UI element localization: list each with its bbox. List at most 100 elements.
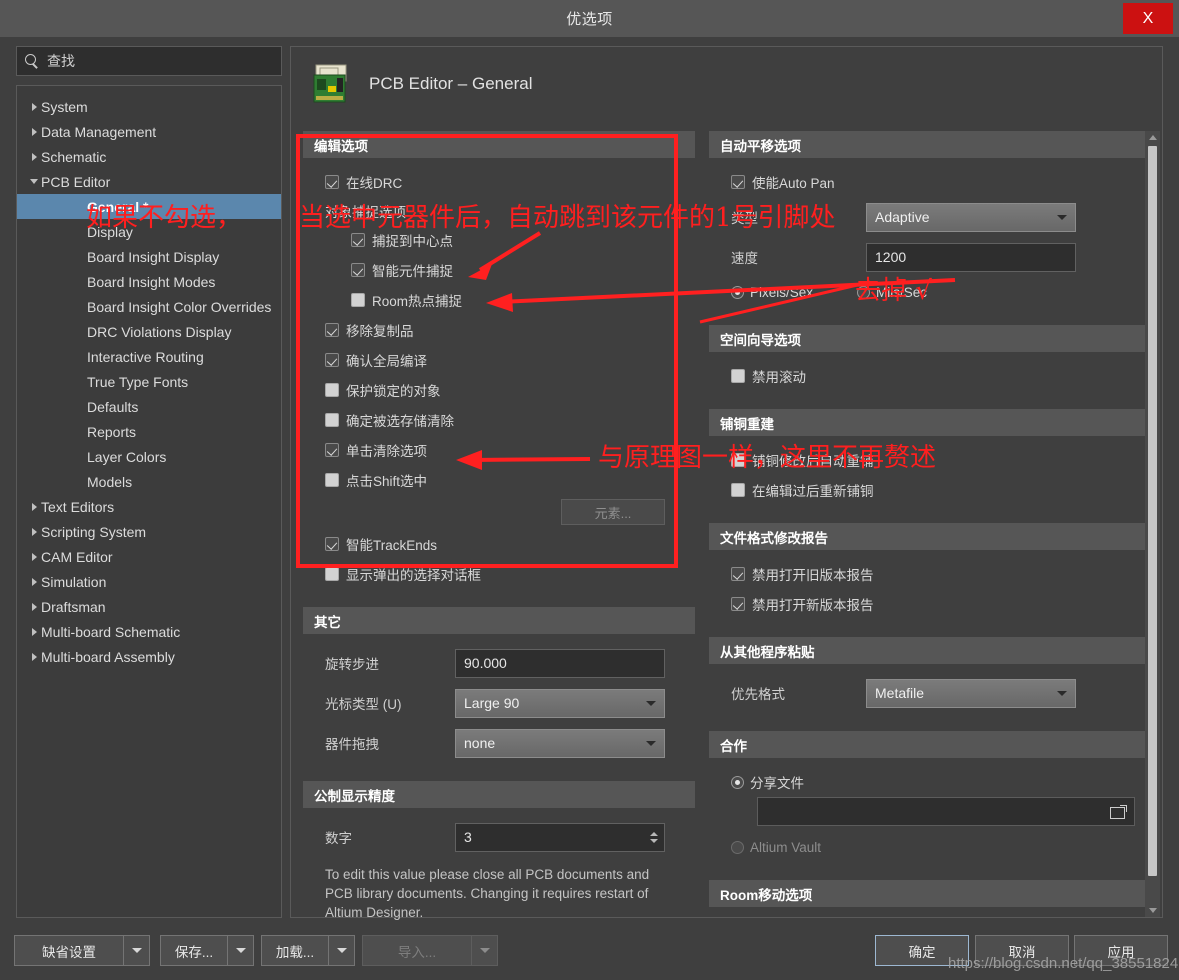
checkbox-icon[interactable] (325, 473, 339, 487)
sidebar-item-board-insight-display[interactable]: Board Insight Display (17, 244, 281, 269)
search-input[interactable]: 查找 (16, 46, 282, 76)
checkbox-confirm-selection-memory-clear[interactable]: 确定被选存储清除 (303, 405, 695, 435)
checkbox-icon[interactable] (325, 175, 339, 189)
checkbox-click-clears-selection[interactable]: 单击清除选项 (303, 435, 695, 465)
checkbox-enable-autopan[interactable]: 使能Auto Pan (709, 167, 1149, 197)
sidebar-item-schematic[interactable]: Schematic (17, 144, 281, 169)
shared-file-path-input[interactable] (757, 797, 1135, 826)
sidebar-item-general[interactable]: General * (17, 194, 281, 219)
defaults-button[interactable]: 缺省设置 (14, 935, 150, 966)
checkbox-icon[interactable] (731, 483, 745, 497)
rotation-step-input[interactable]: 90.000 (455, 648, 665, 678)
chevron-down-icon[interactable] (228, 935, 254, 966)
checkbox-icon[interactable] (325, 383, 339, 397)
sidebar-item-pcb-editor[interactable]: PCB Editor (17, 169, 281, 194)
component-drag-select[interactable]: none (455, 728, 665, 758)
checkbox-icon[interactable] (325, 353, 339, 367)
sidebar-item-models[interactable]: Models (17, 469, 281, 494)
sidebar-item-display[interactable]: Display (17, 219, 281, 244)
checkbox-icon[interactable] (325, 323, 339, 337)
save-button[interactable]: 保存... (160, 935, 254, 966)
preferences-tree[interactable]: System Data Management Schematic PCB Editor… (16, 85, 282, 918)
tree-expander[interactable] (27, 652, 41, 661)
checkbox-icon[interactable] (351, 233, 365, 247)
sidebar-item-scripting-system[interactable]: Scripting System (17, 519, 281, 544)
sidebar-item-reports[interactable]: Reports (17, 419, 281, 444)
radio-pixels-per-sec[interactable] (731, 285, 744, 299)
checkbox-protect-locked-objects[interactable]: 保护锁定的对象 (303, 375, 695, 405)
checkbox-repour-all-after-edit[interactable]: 在编辑过后重新铺铜 (709, 475, 1149, 505)
close-icon[interactable]: X (1123, 3, 1173, 34)
content-scrollbar[interactable] (1145, 131, 1160, 917)
chevron-down-icon[interactable] (124, 935, 150, 966)
stepper-arrows-icon[interactable] (650, 831, 658, 843)
checkbox-icon[interactable] (731, 369, 745, 383)
checkbox-confirm-global-edit[interactable]: 确认全局编译 (303, 345, 695, 375)
sidebar-item-cam-editor[interactable]: CAM Editor (17, 544, 281, 569)
cursor-type-select[interactable]: Large 90 (455, 688, 665, 718)
sidebar-item-draftsman[interactable]: Draftsman (17, 594, 281, 619)
tree-expander[interactable] (27, 102, 41, 111)
tree-expander[interactable] (27, 627, 41, 636)
radio-altium-vault-row[interactable]: Altium Vault (709, 832, 1149, 862)
tree-expander[interactable] (27, 527, 41, 536)
checkbox-repour-after-edit[interactable]: 铺铜修改后自动重铺 (709, 445, 1149, 475)
sidebar-item-simulation[interactable]: Simulation (17, 569, 281, 594)
tree-expander[interactable] (27, 552, 41, 561)
checkbox-smart-component-snap[interactable]: 智能元件捕捉 (303, 255, 695, 285)
scroll-up-icon[interactable] (1145, 131, 1160, 144)
checkbox-smart-track-ends[interactable]: 智能TrackEnds (303, 529, 695, 559)
tree-expander[interactable] (27, 602, 41, 611)
checkbox-disable-new-version-report[interactable]: 禁用打开新版本报告 (709, 589, 1149, 619)
preferred-format-select[interactable]: Metafile (866, 678, 1076, 708)
checkbox-icon[interactable] (731, 453, 745, 467)
checkbox-icon[interactable] (325, 443, 339, 457)
tree-expander[interactable] (27, 152, 41, 161)
radio-mils-per-sec[interactable] (857, 285, 871, 299)
sidebar-item-interactive-routing[interactable]: Interactive Routing (17, 344, 281, 369)
checkbox-icon[interactable] (731, 567, 745, 581)
radio-altium-vault[interactable] (731, 840, 744, 854)
tree-expander[interactable] (27, 179, 41, 184)
sidebar-item-drc-violations-display[interactable]: DRC Violations Display (17, 319, 281, 344)
sidebar-item-text-editors[interactable]: Text Editors (17, 494, 281, 519)
sidebar-item-system[interactable]: System (17, 94, 281, 119)
autopan-style-select[interactable]: Adaptive (866, 202, 1076, 232)
checkbox-disable-old-version-report[interactable]: 禁用打开旧版本报告 (709, 559, 1149, 589)
checkbox-disable-rollover[interactable]: 禁用滚动 (709, 361, 1149, 391)
load-button[interactable]: 加载... (261, 935, 355, 966)
sidebar-item-layer-colors[interactable]: Layer Colors (17, 444, 281, 469)
scrollbar-thumb[interactable] (1148, 146, 1157, 876)
checkbox-icon[interactable] (325, 537, 339, 551)
checkbox-display-popup-select-dialog[interactable]: 显示弹出的选择对话框 (303, 559, 695, 589)
checkbox-room-hotspot-snap[interactable]: Room热点捕捉 (303, 285, 695, 315)
digits-stepper[interactable]: 3 (455, 822, 665, 852)
checkbox-icon[interactable] (351, 293, 365, 307)
checkbox-icon[interactable] (731, 175, 745, 189)
sidebar-item-multi-board-schematic[interactable]: Multi-board Schematic (17, 619, 281, 644)
checkbox-shift-click-to-select[interactable]: 点击Shift选中 (303, 465, 695, 495)
sidebar-item-true-type-fonts[interactable]: True Type Fonts (17, 369, 281, 394)
radio-shared-file[interactable] (731, 775, 744, 789)
sidebar-item-data-management[interactable]: Data Management (17, 119, 281, 144)
sidebar-item-board-insight-color-overrides[interactable]: Board Insight Color Overrides (17, 294, 281, 319)
primitives-button[interactable]: 元素... (561, 499, 665, 525)
tree-expander[interactable] (27, 577, 41, 586)
checkbox-icon[interactable] (325, 413, 339, 427)
sidebar-item-multi-board-assembly[interactable]: Multi-board Assembly (17, 644, 281, 669)
checkbox-online-drc[interactable]: 在线DRC (303, 167, 695, 197)
tree-expander[interactable] (27, 127, 41, 136)
sidebar-item-board-insight-modes[interactable]: Board Insight Modes (17, 269, 281, 294)
scroll-down-icon[interactable] (1145, 904, 1160, 917)
checkbox-icon[interactable] (731, 597, 745, 611)
checkbox-icon[interactable] (325, 567, 339, 581)
checkbox-snap-center[interactable]: 捕捉到中心点 (303, 225, 695, 255)
radio-shared-file-row[interactable]: 分享文件 (709, 767, 1149, 797)
chevron-down-icon[interactable] (329, 935, 355, 966)
autopan-speed-input[interactable]: 1200 (866, 242, 1076, 272)
checkbox-icon[interactable] (351, 263, 365, 277)
tree-expander[interactable] (27, 502, 41, 511)
sidebar-item-defaults[interactable]: Defaults (17, 394, 281, 419)
folder-browse-icon[interactable] (1110, 804, 1127, 819)
checkbox-remove-duplicates[interactable]: 移除复制品 (303, 315, 695, 345)
